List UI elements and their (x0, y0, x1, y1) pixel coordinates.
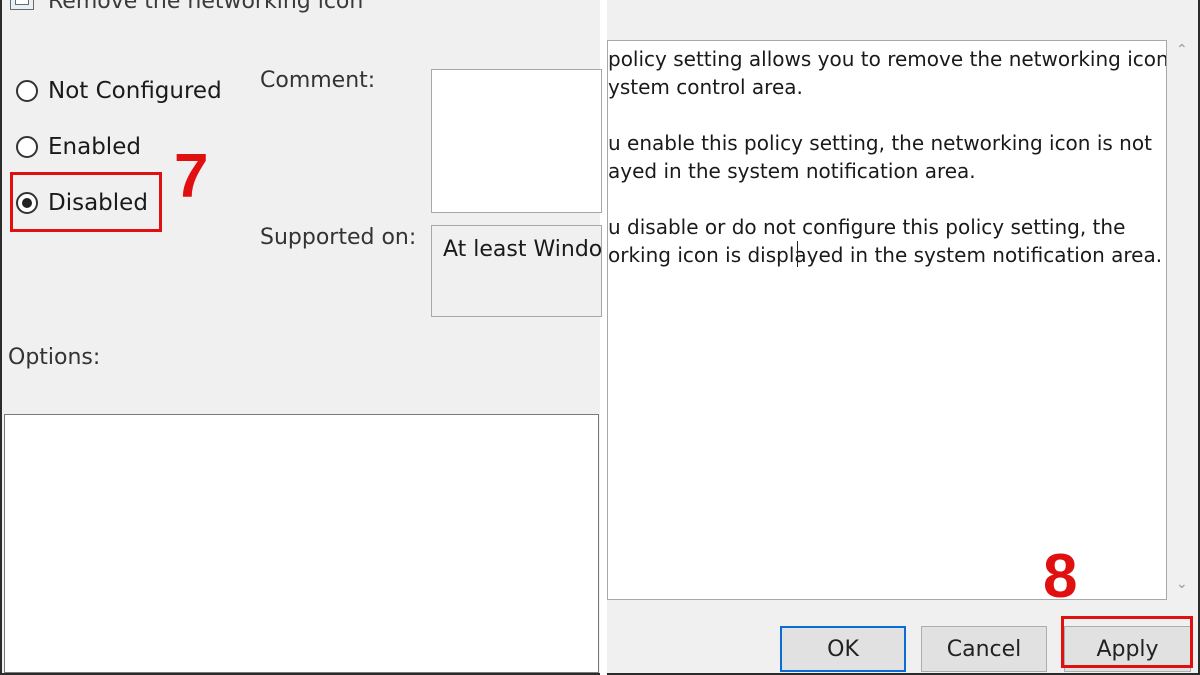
radio-circle-icon[interactable] (16, 80, 38, 102)
help-line: orking icon is displayed in the system n… (608, 243, 1163, 267)
radio-circle-icon[interactable] (16, 136, 38, 158)
help-line: u disable or do not configure this polic… (608, 215, 1126, 239)
title-bar: Remove the networking icon (10, 0, 363, 14)
help-line: u enable this policy setting, the networ… (608, 131, 1152, 155)
supported-on-field: At least Windov (431, 225, 602, 317)
step8-highlight (1061, 616, 1193, 668)
radio-not-configured[interactable]: Not Configured (16, 78, 222, 104)
help-line: policy setting allows you to remove the … (608, 47, 1167, 71)
dialog-title: Remove the networking icon (48, 0, 364, 14)
cancel-button[interactable]: Cancel (921, 626, 1047, 672)
ok-button[interactable]: OK (780, 626, 906, 672)
policy-icon (10, 0, 34, 10)
radio-enabled[interactable]: Enabled (16, 134, 141, 160)
help-text-area[interactable]: policy setting allows you to remove the … (607, 40, 1167, 600)
step-7-marker: 7 (174, 142, 209, 211)
help-line: ystem control area. (608, 75, 803, 99)
scroll-down-icon[interactable]: ⌄ (1176, 576, 1188, 592)
radio-label: Enabled (48, 134, 141, 160)
comment-label: Comment: (260, 68, 376, 93)
supported-on-label: Supported on: (260, 225, 417, 250)
help-paragraph-3: u disable or do not configure this polic… (608, 213, 1162, 269)
help-paragraph-1: policy setting allows you to remove the … (608, 45, 1167, 101)
options-label: Options: (8, 345, 101, 370)
supported-on-value: At least Windov (443, 237, 602, 262)
help-line: ayed in the system notification area. (608, 159, 976, 183)
text-caret (797, 241, 798, 267)
comment-input[interactable] (431, 69, 602, 213)
help-scrollbar[interactable]: ⌃ ⌄ (1172, 40, 1192, 600)
left-pane: Remove the networking icon Not Configure… (0, 0, 602, 675)
help-paragraph-2: u enable this policy setting, the networ… (608, 129, 1152, 185)
step7-highlight (10, 172, 162, 232)
step-8-marker: 8 (1043, 542, 1078, 611)
right-pane: policy setting allows you to remove the … (607, 0, 1200, 675)
scroll-up-icon[interactable]: ⌃ (1176, 42, 1188, 58)
radio-label: Not Configured (48, 78, 222, 104)
options-area[interactable] (4, 414, 599, 673)
